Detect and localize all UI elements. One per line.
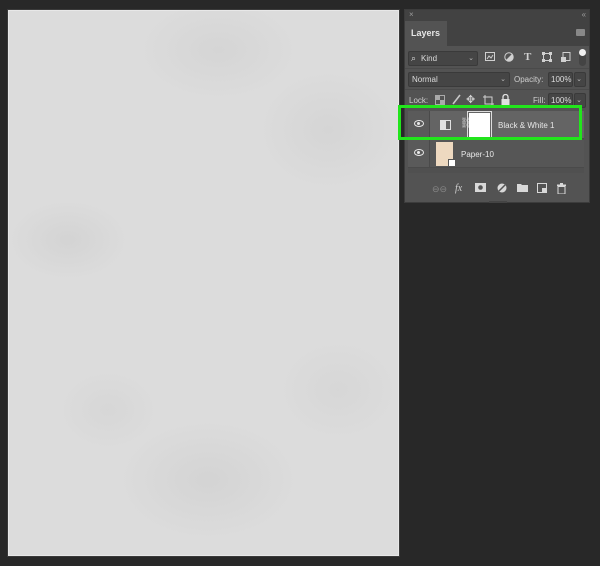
panel-footer: ⊖⊖ fx — [405, 178, 589, 203]
opacity-value: 100% — [551, 75, 572, 84]
layer-mask-thumbnail[interactable] — [467, 111, 492, 139]
tab-layers[interactable]: Layers — [405, 21, 447, 46]
document-canvas[interactable] — [8, 10, 399, 556]
lock-artboard-icon[interactable] — [483, 95, 494, 109]
collapse-icon[interactable]: ‹‹ — [582, 9, 586, 20]
chevron-down-icon: ⌄ — [576, 76, 582, 83]
layers-panel: × ‹‹ Layers ⌕ Kind ⌄ T Normal ⌄ Opacity:… — [404, 9, 590, 203]
layer-name: Black & White 1 — [498, 121, 555, 130]
lock-all-icon[interactable] — [501, 93, 510, 108]
fill-value: 100% — [551, 96, 572, 105]
link-layers-icon[interactable]: ⊖⊖ — [432, 183, 447, 195]
fill-dropdown-button[interactable]: ⌄ — [574, 93, 586, 108]
visibility-toggle[interactable] — [408, 140, 430, 167]
shape-filter-icon[interactable] — [542, 52, 552, 65]
new-group-icon[interactable] — [517, 183, 528, 195]
chevron-down-icon: ⌄ — [468, 55, 474, 62]
type-filter-icon[interactable]: T — [524, 51, 531, 63]
fill-input[interactable]: 100% — [548, 93, 573, 108]
kind-value: Kind — [421, 54, 438, 63]
layer-row-black-white-1[interactable]: ⛓ Black & White 1 — [408, 111, 584, 139]
lock-label: Lock: — [409, 96, 429, 105]
smart-object-badge-icon — [448, 159, 456, 167]
layer-name: Paper-10 — [461, 150, 494, 159]
chevron-down-icon: ⌄ — [576, 97, 582, 104]
panel-title-bar: × ‹‹ — [405, 10, 589, 21]
eye-icon — [414, 149, 424, 156]
panel-menu-icon[interactable] — [576, 29, 585, 36]
add-mask-icon[interactable] — [475, 183, 486, 195]
panel-resize-grip[interactable] — [489, 201, 507, 203]
new-adjustment-icon[interactable] — [497, 183, 507, 196]
opacity-input[interactable]: 100% — [548, 72, 573, 87]
blend-mode-select[interactable]: Normal ⌄ — [408, 72, 510, 87]
adjustment-filter-icon[interactable] — [504, 52, 514, 65]
chevron-down-icon: ⌄ — [500, 76, 506, 83]
layer-row-paper-10[interactable]: Paper-10 — [408, 140, 584, 168]
filter-row: ⌕ Kind ⌄ T — [405, 46, 589, 68]
panel-tab-row: Layers — [405, 21, 589, 46]
lock-transparent-pixels-icon[interactable] — [435, 95, 445, 108]
smart-object-filter-icon[interactable] — [561, 52, 571, 66]
opacity-dropdown-button[interactable]: ⌄ — [574, 72, 586, 87]
adjustment-thumbnail-icon — [440, 120, 451, 130]
lock-row: Lock: ✥ Fill: 100% ⌄ — [405, 89, 589, 110]
opacity-label: Opacity: — [514, 75, 544, 84]
filter-toggle[interactable] — [579, 49, 586, 66]
lock-position-icon[interactable]: ✥ — [466, 94, 475, 106]
kind-filter-select[interactable]: ⌕ Kind ⌄ — [408, 51, 478, 66]
blend-row: Normal ⌄ Opacity: 100% ⌄ — [405, 68, 589, 89]
fx-icon[interactable]: fx — [455, 183, 462, 195]
lock-image-pixels-icon[interactable] — [451, 94, 461, 109]
close-icon[interactable]: × — [409, 9, 414, 20]
layers-list: ⛓ Black & White 1 Paper-10 — [408, 111, 584, 173]
search-icon: ⌕ — [411, 53, 417, 63]
delete-icon[interactable] — [557, 183, 566, 197]
visibility-toggle[interactable] — [408, 111, 430, 138]
layer-thumbnail — [436, 142, 456, 167]
blend-mode-value: Normal — [412, 75, 438, 84]
image-filter-icon[interactable] — [485, 52, 495, 64]
eye-icon — [414, 120, 424, 127]
new-layer-icon[interactable] — [537, 183, 547, 196]
fill-label: Fill: — [533, 96, 546, 105]
